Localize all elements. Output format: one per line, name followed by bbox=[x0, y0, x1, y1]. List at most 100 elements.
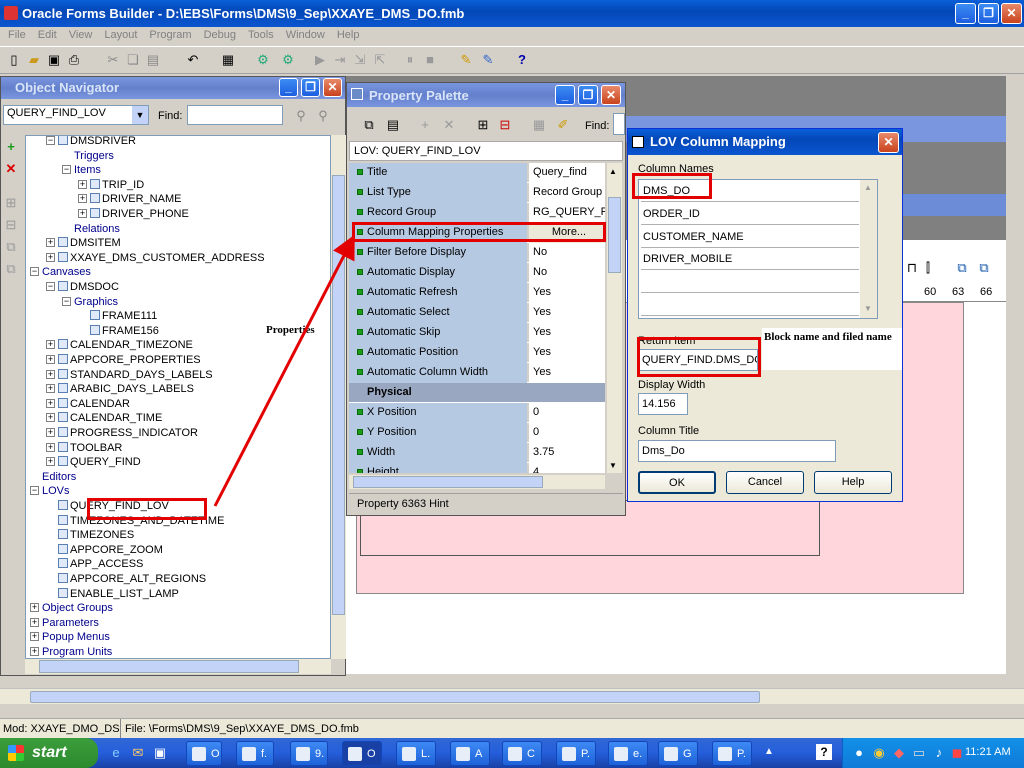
tree-node[interactable]: FRAME111 bbox=[90, 309, 157, 323]
palette-find-input[interactable] bbox=[613, 113, 625, 135]
horizontal-scrollbar[interactable] bbox=[0, 688, 1024, 704]
tree-node[interactable]: + CALENDAR bbox=[46, 397, 130, 411]
property-row[interactable]: List Type Record Group bbox=[349, 183, 605, 203]
open-icon[interactable]: ▰ bbox=[26, 52, 42, 68]
collapse-icon[interactable]: ⊟ bbox=[3, 217, 19, 233]
property-value[interactable]: No bbox=[529, 263, 605, 283]
tree-node[interactable]: APPCORE_ZOOM bbox=[58, 543, 163, 557]
collapse-node-icon[interactable]: − bbox=[30, 486, 39, 496]
scroll-down-icon[interactable]: ▼ bbox=[609, 461, 617, 470]
collapse-node-icon[interactable]: − bbox=[46, 136, 55, 145]
tree-node[interactable]: + Object Groups bbox=[30, 601, 113, 615]
menu-view[interactable]: View bbox=[63, 27, 99, 43]
tree-node[interactable]: + DRIVER_PHONE bbox=[78, 207, 189, 221]
volume-tray-icon[interactable]: ♪ bbox=[931, 745, 947, 761]
chevron-up-icon[interactable]: ▲ bbox=[764, 746, 774, 757]
property-row[interactable]: Automatic Display No bbox=[349, 263, 605, 283]
expand-node-icon[interactable]: + bbox=[30, 632, 39, 642]
property-value[interactable]: 0 bbox=[529, 403, 605, 423]
stop-icon[interactable]: ■ bbox=[422, 52, 438, 68]
property-row[interactable]: Automatic Select Yes bbox=[349, 303, 605, 323]
display-tray-icon[interactable]: ▭ bbox=[911, 745, 927, 761]
property-value[interactable]: No bbox=[529, 243, 605, 263]
navigator-horizontal-scrollbar[interactable] bbox=[25, 659, 331, 674]
tree-node[interactable]: + PROGRESS_INDICATOR bbox=[46, 426, 198, 440]
property-row[interactable]: Record Group RG_QUERY_FIND bbox=[349, 203, 605, 223]
task-item-5[interactable]: L. bbox=[396, 741, 436, 766]
print-icon[interactable]: ⎙ bbox=[66, 52, 82, 68]
create-icon[interactable]: + bbox=[3, 139, 19, 155]
palette-close-button[interactable]: ✕ bbox=[601, 85, 621, 105]
network-tray-icon[interactable]: ◉ bbox=[871, 745, 887, 761]
expand-node-icon[interactable]: + bbox=[46, 238, 55, 248]
tree-node[interactable]: + ARABIC_DAYS_LABELS bbox=[46, 382, 194, 396]
tree-node[interactable]: + STANDARD_DAYS_LABELS bbox=[46, 368, 213, 382]
run-form-icon[interactable]: ⚙ bbox=[255, 52, 271, 68]
tree-node[interactable]: + Program Units bbox=[30, 645, 112, 658]
copy-icon[interactable]: ❏ bbox=[125, 52, 141, 68]
menu-window[interactable]: Window bbox=[280, 27, 331, 43]
tree-node[interactable]: + Popup Menus bbox=[30, 630, 110, 644]
tree-node[interactable]: + QUERY_FIND bbox=[46, 455, 141, 469]
expand-node-icon[interactable]: + bbox=[78, 194, 87, 204]
maximize-button[interactable]: ❐ bbox=[978, 3, 999, 24]
ie-quicklaunch-icon[interactable]: e bbox=[108, 745, 124, 761]
property-value[interactable]: Yes bbox=[529, 363, 605, 383]
task-item-7[interactable]: C bbox=[502, 741, 542, 766]
align-icon[interactable]: ⊓ bbox=[904, 260, 920, 276]
copy-properties-icon[interactable]: ⧉ bbox=[361, 117, 377, 133]
property-row[interactable]: Automatic Skip Yes bbox=[349, 323, 605, 343]
delete-property-icon[interactable]: ✕ bbox=[441, 117, 457, 133]
column-title-input[interactable]: Dms_Do bbox=[638, 440, 836, 462]
add-property-icon[interactable]: + bbox=[417, 117, 433, 133]
navigator-hscroll-thumb[interactable] bbox=[39, 660, 299, 673]
freeze-icon[interactable]: ✐ bbox=[555, 117, 571, 133]
navigator-minimize-button[interactable]: _ bbox=[279, 78, 298, 97]
property-row[interactable]: X Position 0 bbox=[349, 403, 605, 423]
navigator-scroll-thumb[interactable] bbox=[332, 175, 345, 615]
chevron-down-icon[interactable]: ▼ bbox=[132, 106, 148, 124]
property-class-icon[interactable]: ⊟ bbox=[497, 117, 513, 133]
property-value[interactable]: Record Group bbox=[529, 183, 605, 203]
menu-program[interactable]: Program bbox=[143, 27, 197, 43]
expand-node-icon[interactable]: + bbox=[46, 252, 55, 262]
collapse-all-icon[interactable]: ⧉ bbox=[3, 261, 19, 277]
messenger-tray-icon[interactable]: ● bbox=[851, 745, 867, 761]
cancel-button[interactable]: Cancel bbox=[726, 471, 804, 494]
security-tray-icon[interactable]: ◆ bbox=[891, 745, 907, 761]
property-value[interactable]: Query_find bbox=[529, 163, 605, 183]
dialog-close-button[interactable]: ✕ bbox=[878, 132, 899, 153]
menu-debug[interactable]: Debug bbox=[198, 27, 242, 43]
column-name-item[interactable] bbox=[641, 294, 859, 316]
outlook-quicklaunch-icon[interactable]: ✉ bbox=[130, 745, 146, 761]
expand-node-icon[interactable]: + bbox=[46, 398, 55, 408]
search-backward-icon[interactable]: ⚲ bbox=[315, 108, 331, 124]
search-forward-icon[interactable]: ⚲ bbox=[293, 108, 309, 124]
menu-help[interactable]: Help bbox=[331, 27, 366, 43]
property-value[interactable]: Yes bbox=[529, 303, 605, 323]
column-name-item[interactable] bbox=[641, 271, 859, 294]
navigator-close-button[interactable]: ✕ bbox=[323, 78, 342, 97]
ok-button[interactable]: OK bbox=[638, 471, 716, 494]
step-over-icon[interactable]: ⇲ bbox=[352, 52, 368, 68]
tree-node[interactable]: Relations bbox=[74, 222, 120, 236]
property-value[interactable]: Yes bbox=[529, 283, 605, 303]
group-icon[interactable]: ⧉ bbox=[954, 260, 970, 276]
tree-node[interactable]: + DRIVER_NAME bbox=[78, 192, 181, 206]
task-item-1[interactable]: O bbox=[186, 741, 222, 766]
property-value[interactable]: Yes bbox=[529, 343, 605, 363]
property-row[interactable]: Filter Before Display No bbox=[349, 243, 605, 263]
app-quicklaunch-icon[interactable]: ▣ bbox=[152, 745, 168, 761]
column-name-item[interactable]: ORDER_ID bbox=[641, 203, 859, 225]
save-icon[interactable]: ▣ bbox=[46, 52, 62, 68]
help-tray-icon[interactable]: ? bbox=[816, 744, 832, 760]
task-item-6[interactable]: A bbox=[450, 741, 490, 766]
task-item-2[interactable]: f. bbox=[236, 741, 274, 766]
menu-layout[interactable]: Layout bbox=[98, 27, 143, 43]
expand-node-icon[interactable]: + bbox=[46, 384, 55, 394]
run-web-icon[interactable]: ⚙ bbox=[280, 52, 296, 68]
task-item-3[interactable]: 9. bbox=[290, 741, 328, 766]
property-row[interactable]: Automatic Column Width Yes bbox=[349, 363, 605, 383]
expand-node-icon[interactable]: + bbox=[30, 617, 39, 627]
expand-all-icon[interactable]: ⧉ bbox=[3, 239, 19, 255]
